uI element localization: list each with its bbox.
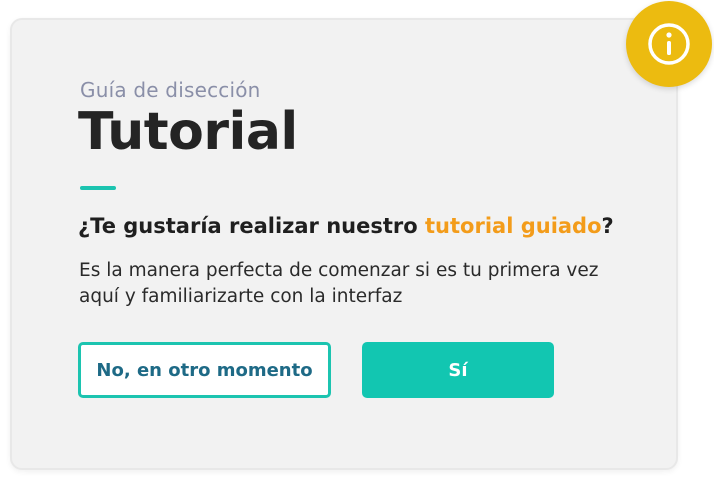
title-accent-divider <box>80 186 116 190</box>
dialog-description: Es la manera perfecta de comenzar si es … <box>79 260 599 307</box>
question-suffix: ? <box>601 214 614 238</box>
tutorial-dialog: Guía de disección Tutorial ¿Te gustaría … <box>10 18 678 470</box>
question-highlight: tutorial guiado <box>425 214 602 238</box>
info-badge <box>626 1 712 87</box>
dialog-question: ¿Te gustaría realizar nuestro tutorial g… <box>78 214 614 238</box>
question-prefix: ¿Te gustaría realizar nuestro <box>78 214 426 238</box>
info-icon <box>648 23 690 65</box>
tutorial-modal-stage: Guía de disección Tutorial ¿Te gustaría … <box>0 0 714 484</box>
dialog-title: Tutorial <box>78 102 298 162</box>
dialog-eyebrow: Guía de disección <box>80 78 261 102</box>
decline-tutorial-button[interactable]: No, en otro momento <box>78 342 331 398</box>
accept-tutorial-button[interactable]: Sí <box>362 342 554 398</box>
